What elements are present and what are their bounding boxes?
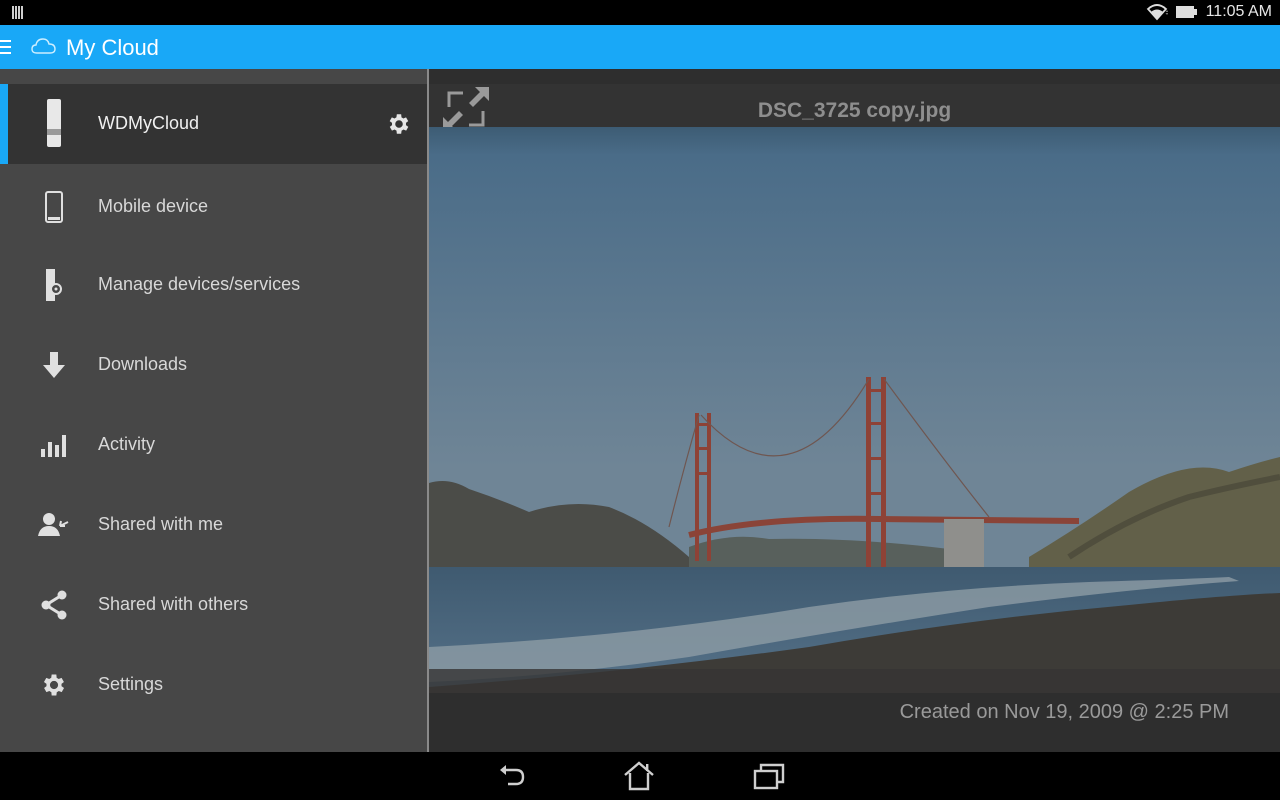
cloud-icon <box>31 38 56 54</box>
download-arrow-icon <box>38 349 70 381</box>
bar-chart-icon <box>38 429 70 461</box>
back-icon[interactable] <box>496 760 530 792</box>
wifi-icon <box>1146 4 1168 21</box>
sidebar-item-label: Manage devices/services <box>98 274 301 294</box>
device-settings-icon <box>38 269 70 301</box>
created-date: Created on Nov 19, 2009 @ 2:25 PM <box>899 701 1229 723</box>
photo-viewer: DSC_3725 copy.jpg Created on Nov 19, 200… <box>429 69 1280 752</box>
phone-icon <box>38 191 70 223</box>
share-icon <box>38 589 70 621</box>
sidebar-item-label: Shared with me <box>98 514 224 534</box>
clock: 11:05 AM <box>1205 3 1272 20</box>
sidebar-item-label: Mobile device <box>98 196 209 216</box>
sidebar-item-downloads[interactable]: Downloads <box>0 325 427 405</box>
sidebar-item-label: Downloads <box>98 354 188 374</box>
system-nav-bar <box>0 752 1280 800</box>
sidebar-item-shared-with-me[interactable]: Shared with me <box>0 485 427 565</box>
user-incoming-icon <box>38 509 70 541</box>
sidebar-item-manage-devices[interactable]: Manage devices/services <box>0 245 427 325</box>
sidebar-item-partial[interactable] <box>0 725 427 752</box>
nas-device-icon <box>38 99 70 147</box>
gear-icon <box>38 669 70 701</box>
sidebar-item-label: Shared with others <box>98 594 249 614</box>
sidebar-item-settings[interactable]: Settings <box>0 645 427 725</box>
sidebar-item-label: Activity <box>98 434 156 454</box>
sidebar-item-shared-with-others[interactable]: Shared with others <box>0 565 427 645</box>
gear-icon[interactable] <box>386 111 412 137</box>
sidebar-item-activity[interactable]: Activity <box>0 405 427 485</box>
app-bar: My Cloud <box>0 25 1280 69</box>
sidebar-item-label: Settings <box>98 674 164 694</box>
app-title: My Cloud <box>66 35 159 60</box>
photo-image[interactable] <box>429 127 1280 693</box>
sidebar: WDMyCloud Mobile device Manage devices/s… <box>0 69 427 752</box>
battery-icon <box>1175 6 1197 18</box>
sidebar-item-label: WDMyCloud <box>98 113 200 133</box>
recent-apps-icon[interactable] <box>752 760 786 792</box>
notification-icon <box>12 6 25 19</box>
active-indicator <box>0 84 8 164</box>
status-bar: 11:05 AM <box>0 0 1280 25</box>
home-icon[interactable] <box>622 760 656 792</box>
sidebar-item-wdmycloud[interactable]: WDMyCloud <box>0 84 427 164</box>
hamburger-icon[interactable] <box>0 40 12 54</box>
file-name: DSC_3725 copy.jpg <box>757 99 952 122</box>
sidebar-item-mobile-device[interactable]: Mobile device <box>0 167 427 247</box>
